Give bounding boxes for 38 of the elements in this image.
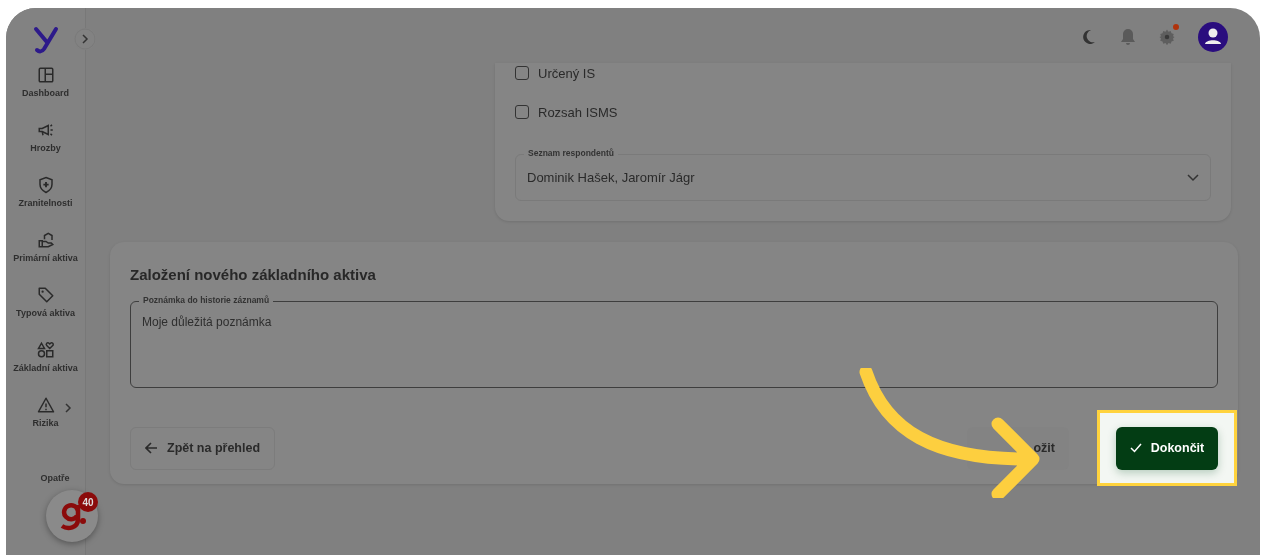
section-title: Založení nového základního aktiva: [130, 266, 377, 283]
respondents-select[interactable]: Seznam respondentů Dominik Hašek, Jaromír Jágr: [515, 146, 1211, 201]
settings-icon[interactable]: [1158, 28, 1176, 46]
expand-sidebar-button[interactable]: [74, 28, 96, 50]
checkbox[interactable]: [515, 105, 529, 119]
hand-house-icon: [36, 231, 55, 249]
sidebar-item[interactable]: Hrozby: [6, 115, 85, 170]
sidebar-item[interactable]: Typová aktiva: [6, 280, 85, 335]
chevron-right-icon: [64, 402, 72, 414]
check-icon: [1129, 443, 1142, 453]
sidebar-item[interactable]: Rizika: [6, 390, 85, 445]
app-logo: [32, 24, 59, 54]
checkbox-label: Určený IS: [538, 65, 596, 81]
finish-button[interactable]: Dokončit: [1115, 426, 1219, 470]
avatar-icon[interactable]: [1198, 22, 1228, 52]
field-label: Poznámka do historie záznamů: [139, 295, 274, 305]
arrow-left-icon: [145, 442, 158, 454]
bell-icon[interactable]: [1120, 28, 1136, 46]
sidebar-item[interactable]: Primární aktiva: [6, 225, 85, 280]
shield-icon: [36, 176, 55, 194]
note-field[interactable]: Poznámka do historie záznamů Moje důležitá poznámka: [130, 293, 1218, 388]
back-button[interactable]: Zpět na přehled: [130, 426, 276, 470]
sidebar-item[interactable]: Zranitelnosti: [6, 170, 85, 225]
sidebar-item[interactable]: Dashboard: [6, 60, 85, 115]
tag-icon: [36, 286, 55, 304]
shapes-icon: [36, 341, 55, 359]
sidebar-item[interactable]: Základní aktiva: [6, 335, 85, 390]
checkbox[interactable]: [515, 66, 529, 80]
sidebar-item[interactable]: Opatře: [20, 469, 90, 486]
notification-count: 40: [78, 492, 98, 512]
field-label: Seznam respondentů: [524, 148, 618, 158]
select-value: Dominik Hašek, Jaromír Jágr: [527, 170, 695, 185]
chevron-down-icon: [1187, 173, 1199, 182]
megaphone-icon: [36, 121, 55, 139]
checkbox-label: Rozsah ISMS: [538, 104, 618, 120]
dashboard-icon: [36, 66, 55, 84]
warning-icon: [36, 396, 55, 414]
note-text: Moje důležitá poznámka: [142, 315, 272, 329]
